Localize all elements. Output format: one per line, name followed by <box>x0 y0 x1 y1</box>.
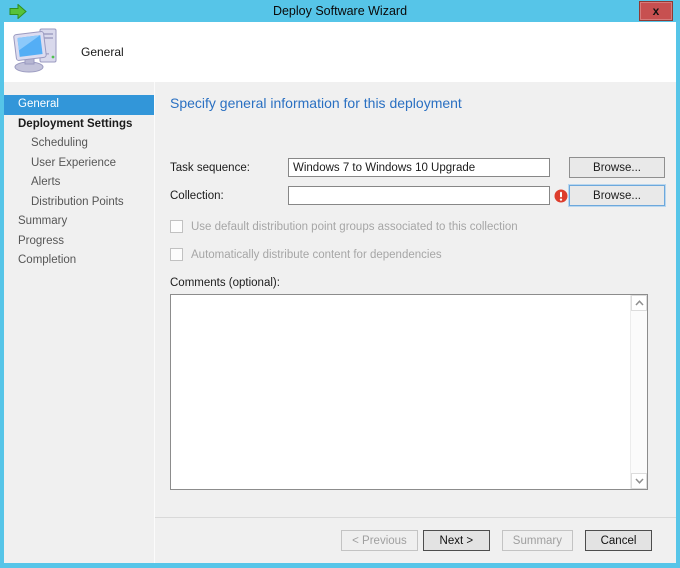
scroll-up-icon[interactable] <box>631 295 647 311</box>
validation-error-icon <box>554 189 568 208</box>
deploy-software-wizard-window: Deploy Software Wizard x General General… <box>0 0 680 568</box>
auto-distribute-content-label: Automatically distribute content for dep… <box>191 248 442 261</box>
sidebar-item-progress[interactable]: Progress <box>4 232 154 252</box>
titlebar[interactable]: Deploy Software Wizard x <box>0 0 680 22</box>
collection-input[interactable] <box>288 186 550 205</box>
wizard-header: General <box>4 22 676 82</box>
window-title: Deploy Software Wizard <box>272 4 408 18</box>
sidebar-item-scheduling[interactable]: Scheduling <box>4 134 154 154</box>
auto-distribute-content-checkbox[interactable] <box>170 248 183 261</box>
previous-button[interactable]: < Previous <box>341 530 418 551</box>
auto-distribute-content-row: Automatically distribute content for dep… <box>170 248 442 261</box>
sidebar-item-completion[interactable]: Completion <box>4 251 154 271</box>
close-icon[interactable]: x <box>639 1 673 21</box>
wizard-button-bar: < Previous Next > Summary Cancel <box>155 517 676 563</box>
next-button[interactable]: Next > <box>422 530 490 551</box>
collection-browse-button[interactable]: Browse... <box>569 185 665 206</box>
page-heading: Specify general information for this dep… <box>170 95 462 111</box>
collection-label: Collection: <box>170 190 224 202</box>
scroll-down-icon[interactable] <box>631 473 647 489</box>
general-page: Specify general information for this dep… <box>155 82 676 517</box>
sidebar-item-summary[interactable]: Summary <box>4 212 154 232</box>
cancel-button[interactable]: Cancel <box>585 530 652 551</box>
use-default-dp-groups-checkbox[interactable] <box>170 220 183 233</box>
sidebar-item-alerts[interactable]: Alerts <box>4 173 154 193</box>
sidebar-item-deployment-settings[interactable]: Deployment Settings <box>4 115 154 135</box>
window-body: General General Deployment Settings Sche… <box>4 22 676 563</box>
summary-button[interactable]: Summary <box>501 530 573 551</box>
comments-field <box>170 294 648 490</box>
sidebar-item-general[interactable]: General <box>4 95 154 115</box>
wizard-page-title: General <box>81 45 124 59</box>
sidebar-item-distribution-points[interactable]: Distribution Points <box>4 193 154 213</box>
computer-icon <box>13 27 61 78</box>
comments-label: Comments (optional): <box>170 277 280 289</box>
task-sequence-input[interactable] <box>288 158 550 177</box>
comments-scrollbar[interactable] <box>630 295 647 489</box>
wizard-sidebar: General Deployment Settings Scheduling U… <box>4 82 155 563</box>
task-sequence-browse-button[interactable]: Browse... <box>569 157 665 178</box>
use-default-dp-groups-label: Use default distribution point groups as… <box>191 220 518 233</box>
task-sequence-label: Task sequence: <box>170 162 250 174</box>
use-default-dp-groups-row: Use default distribution point groups as… <box>170 220 518 233</box>
comments-textarea[interactable] <box>171 295 630 489</box>
sidebar-item-user-experience[interactable]: User Experience <box>4 154 154 174</box>
